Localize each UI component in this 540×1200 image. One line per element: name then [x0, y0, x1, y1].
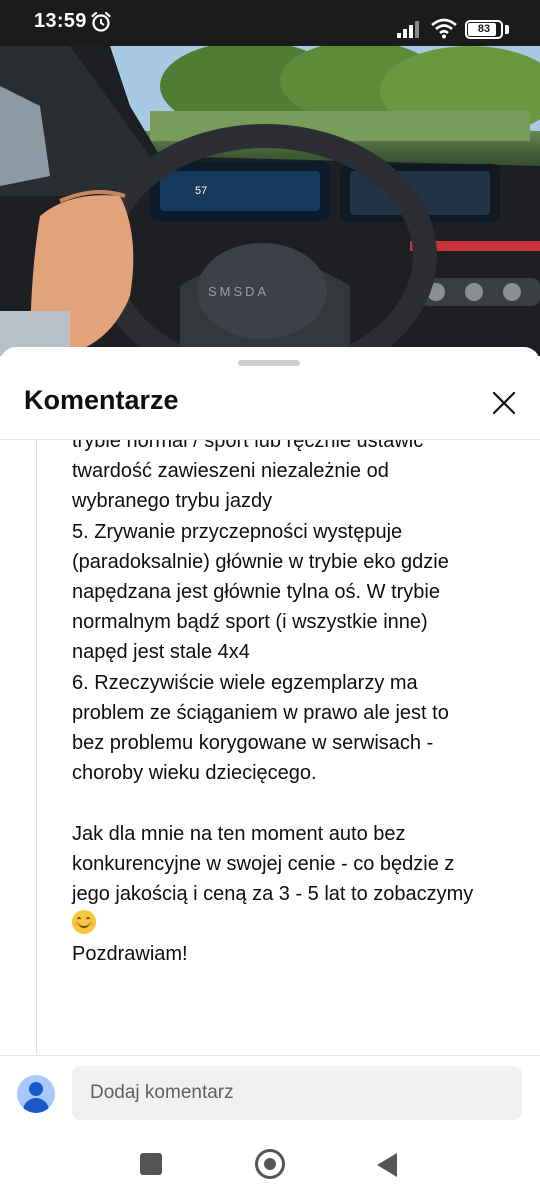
avatar-head [29, 1082, 43, 1096]
comment-body: trybie normal / sport lub ręcznie ustawi… [72, 440, 522, 970]
home-icon[interactable] [255, 1149, 285, 1179]
wifi-icon [431, 18, 457, 39]
footer-divider [0, 1055, 540, 1056]
add-comment-input[interactable] [72, 1066, 522, 1120]
battery-icon: 83 [465, 20, 503, 39]
home-icon-dot [264, 1158, 276, 1170]
comment-closing: Pozdrawiam! [72, 943, 188, 966]
comment-text: trybie normal / sport lub ręcznie ustawi… [72, 440, 474, 906]
video-player[interactable]: 57 SMSDA [0, 46, 540, 356]
back-icon[interactable] [376, 1152, 398, 1178]
close-icon[interactable] [486, 385, 522, 421]
thread-line [36, 440, 37, 1054]
status-bar: 13:59 83 [0, 0, 540, 46]
smiling-face-emoji [72, 910, 96, 935]
video-frame: 57 SMSDA [0, 46, 540, 356]
signal-icon [397, 21, 419, 38]
recents-icon[interactable] [140, 1153, 162, 1175]
battery-cap [505, 25, 509, 34]
alarm-icon [91, 11, 111, 32]
navigation-bar [0, 1130, 540, 1200]
drag-handle[interactable] [238, 360, 300, 366]
comments-title: Komentarze [24, 385, 179, 415]
avatar-body [23, 1098, 49, 1113]
comment-thread[interactable]: trybie normal / sport lub ręcznie ustawi… [0, 440, 540, 1054]
dashboard-speed: 57 [195, 185, 207, 197]
status-time: 13:59 [34, 10, 87, 32]
battery-level-text: 83 [477, 23, 491, 35]
avatar[interactable] [17, 1075, 55, 1113]
wheel-logo: SMSDA [208, 284, 269, 299]
